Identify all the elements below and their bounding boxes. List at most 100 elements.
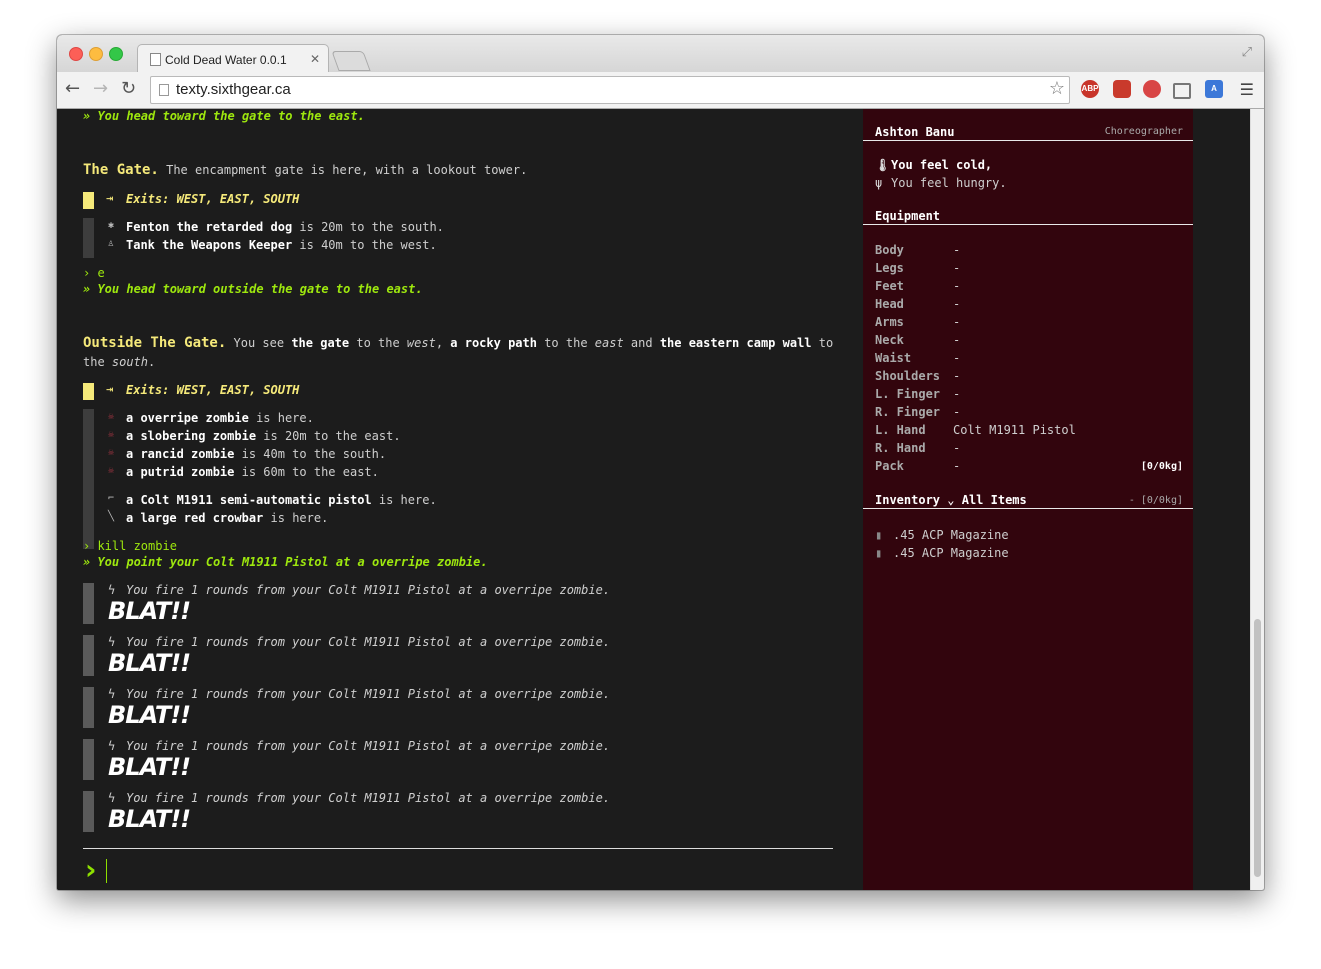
extension-icon[interactable] — [1113, 80, 1131, 98]
translate-extension-icon[interactable]: A — [1205, 80, 1223, 98]
divider — [863, 140, 1193, 141]
equip-slot: R. Hand — [875, 441, 926, 455]
page-icon — [159, 84, 169, 96]
close-window-button[interactable] — [69, 47, 83, 61]
room-heading: The Gate. The encampment gate is here, w… — [83, 162, 527, 178]
item-row[interactable]: a Colt M1911 semi-automatic pistol is he… — [126, 493, 437, 507]
attack-text: You fire 1 rounds from your Colt M1911 P… — [126, 635, 611, 649]
equip-value[interactable]: - — [953, 279, 960, 293]
new-tab-button[interactable] — [331, 51, 371, 71]
skull-icon: ☠ — [108, 465, 115, 476]
attack-bar — [83, 687, 94, 728]
equip-value[interactable]: - — [953, 315, 960, 329]
magazine-icon: ▮ — [875, 528, 883, 542]
command-echo: » You point your Colt M1911 Pistol at a … — [83, 555, 488, 569]
equip-slot: Arms — [875, 315, 904, 329]
minimize-window-button[interactable] — [89, 47, 103, 61]
inventory-header: Inventory ⌄ All Items — [875, 493, 1027, 507]
equipment-title: Equipment — [875, 209, 941, 223]
equip-slot: Feet — [875, 279, 904, 293]
exits-marker — [83, 383, 94, 400]
forward-button[interactable]: → — [93, 78, 108, 99]
page-icon — [150, 53, 161, 66]
entity-row[interactable]: Fenton the retarded dog is 20m to the so… — [126, 220, 444, 234]
maximize-window-button[interactable] — [109, 47, 123, 61]
game-page: » You head toward the gate to the east. … — [57, 109, 1250, 890]
attack-text: You fire 1 rounds from your Colt M1911 P… — [126, 687, 611, 701]
equip-slot: Shoulders — [875, 369, 941, 383]
address-bar[interactable]: texty.sixthgear.ca ☆ — [150, 76, 1070, 104]
zombie-row[interactable]: a slobering zombie is 20m to the east. — [126, 429, 401, 443]
attack-bar — [83, 791, 94, 832]
skull-icon: ☠ — [108, 447, 115, 458]
scrollbar-thumb[interactable] — [1254, 619, 1261, 877]
character-name: Ashton Banu — [875, 125, 955, 139]
attack-text: You fire 1 rounds from your Colt M1911 P… — [126, 583, 611, 597]
inventory-filter[interactable]: All Items — [962, 493, 1027, 507]
menu-icon[interactable]: ☰ — [1240, 80, 1254, 99]
equip-slot: Body — [875, 243, 904, 257]
divider — [863, 224, 1193, 225]
equip-value[interactable]: Colt M1911 Pistol — [953, 423, 1076, 437]
zombie-row[interactable]: a putrid zombie is 60m to the east. — [126, 465, 379, 479]
fullscreen-icon[interactable]: ⤢ — [1242, 45, 1252, 60]
zombie-row[interactable]: a rancid zombie is 40m to the south. — [126, 447, 386, 461]
attack-bar — [83, 635, 94, 676]
inventory-item[interactable]: ▮ .45 ACP Magazine — [875, 546, 1009, 560]
page-scrollbar[interactable] — [1250, 109, 1264, 890]
equip-value[interactable]: - — [953, 405, 960, 419]
attack-sound: BLAT!! — [108, 753, 191, 781]
url-text[interactable]: texty.sixthgear.ca — [176, 81, 291, 98]
item-row[interactable]: a large red crowbar is here. — [126, 511, 328, 525]
equip-value[interactable]: - — [953, 369, 960, 383]
browser-window: Cold Dead Water 0.0.1 ✕ ⤢ ← → ↻ texty.si… — [57, 35, 1264, 890]
status-cold: 🌡You feel cold, — [875, 158, 993, 172]
attack-sound: BLAT!! — [108, 597, 191, 625]
command-echo: » You head toward the gate to the east. — [83, 109, 365, 123]
room-name: Outside The Gate. — [83, 335, 227, 351]
equip-slot: Legs — [875, 261, 904, 275]
equip-value[interactable]: - — [953, 441, 960, 455]
pack-weight: [0/0kg] — [1140, 461, 1183, 472]
paw-icon: ✱ — [108, 220, 115, 231]
zombie-row[interactable]: a overripe zombie is here. — [126, 411, 314, 425]
room-name: The Gate. — [83, 162, 159, 178]
entity-row[interactable]: Tank the Weapons Keeper is 40m to the we… — [126, 238, 437, 252]
lightning-icon: ϟ — [108, 739, 116, 753]
browser-toolbar: ← → ↻ texty.sixthgear.ca ☆ ABP A ☰ — [57, 72, 1264, 109]
equip-value[interactable]: - — [953, 459, 960, 473]
entities-bar — [83, 218, 94, 258]
equip-slot: L. Finger — [875, 387, 941, 401]
equip-value[interactable]: - — [953, 243, 960, 257]
inventory-item[interactable]: ▮ .45 ACP Magazine — [875, 528, 1009, 542]
room-description: The encampment gate is here, with a look… — [166, 163, 528, 177]
reload-button[interactable]: ↻ — [121, 78, 136, 99]
attack-sound: BLAT!! — [108, 701, 191, 729]
equip-value[interactable]: - — [953, 333, 960, 347]
browser-tab[interactable]: Cold Dead Water 0.0.1 ✕ — [137, 44, 329, 73]
command-input[interactable] — [106, 859, 107, 883]
cast-icon[interactable] — [1173, 83, 1191, 99]
inventory-weight: - [0/0kg] — [1128, 495, 1183, 506]
entities-bar — [83, 409, 94, 549]
chevron-down-icon[interactable]: ⌄ — [947, 493, 954, 507]
prompt-chevron-icon: › — [85, 853, 97, 886]
room-description: You see the gate to the west, a rocky pa… — [233, 336, 834, 350]
tab-title: Cold Dead Water 0.0.1 — [165, 53, 287, 67]
equip-value[interactable]: - — [953, 351, 960, 365]
cutlery-icon: ψ — [875, 176, 883, 190]
equip-value[interactable]: - — [953, 387, 960, 401]
equip-value[interactable]: - — [953, 261, 960, 275]
skull-icon: ☠ — [108, 411, 115, 422]
equip-slot: Neck — [875, 333, 904, 347]
character-class: Choreographer — [1104, 126, 1183, 137]
tab-close-icon[interactable]: ✕ — [310, 52, 320, 66]
equip-value[interactable]: - — [953, 297, 960, 311]
equip-slot: Head — [875, 297, 904, 311]
magnet-extension-icon[interactable] — [1143, 80, 1161, 98]
back-button[interactable]: ← — [65, 78, 80, 99]
bookmark-star-icon[interactable]: ☆ — [1049, 78, 1065, 99]
attack-bar — [83, 739, 94, 780]
exit-icon: ⇥ — [106, 382, 114, 396]
adblock-extension-icon[interactable]: ABP — [1081, 80, 1099, 98]
